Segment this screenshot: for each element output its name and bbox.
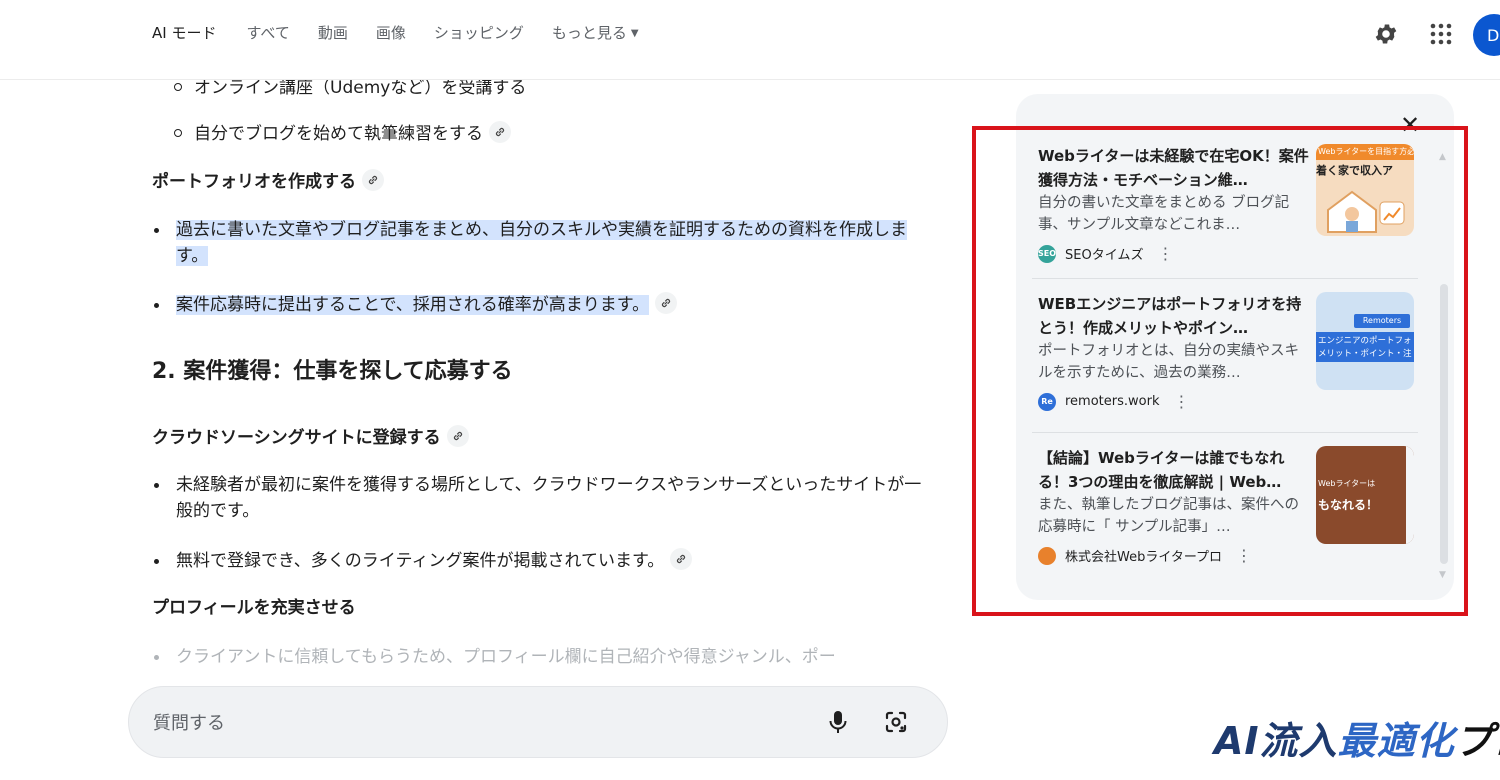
sub-list-item: 自分でブログを始めて執筆練習をする xyxy=(174,121,511,146)
settings-gear-icon[interactable] xyxy=(1372,20,1400,48)
logo-part-1: AI流入 xyxy=(1214,719,1338,763)
source-link-icon[interactable] xyxy=(489,121,511,143)
ai-answer: オンライン講座（Udemyなど）を受講する 自分でブログを始めて執筆練習をする … xyxy=(152,80,942,680)
list-item-text: 無料で登録でき、多くのライティング案件が掲載されています。 xyxy=(176,551,665,571)
logo-part-2: 最適化 xyxy=(1337,719,1455,763)
tab-all[interactable]: すべて xyxy=(246,22,289,47)
bullet-dot xyxy=(154,483,159,488)
sub-list-item: オンライン講座（Udemyなど）を受講する xyxy=(174,80,526,100)
source-link-icon[interactable] xyxy=(670,548,693,570)
tab-ai-mode[interactable]: AI モード xyxy=(152,22,216,47)
google-apps-icon[interactable] xyxy=(1427,20,1455,48)
ask-input-bar[interactable]: 質問する xyxy=(128,686,948,758)
tab-more-label: もっと見る xyxy=(551,24,627,42)
sub-item-text: オンライン講座（Udemyなど）を受講する xyxy=(194,80,527,98)
circle-bullet-icon xyxy=(174,83,182,91)
tab-images[interactable]: 画像 xyxy=(376,22,406,47)
highlight-frame xyxy=(972,126,1468,616)
list-item: 案件応募時に提出することで、採用される確率が高まります。 xyxy=(152,292,932,318)
ai-optimization-pro-logo: AI流入最適化プロ xyxy=(1214,716,1500,766)
bullet-dot xyxy=(154,655,159,660)
tab-shopping[interactable]: ショッピング xyxy=(434,22,524,47)
crowdsourcing-heading-text: クラウドソーシングサイトに登録する xyxy=(152,428,441,448)
tab-videos[interactable]: 動画 xyxy=(318,22,348,47)
bullet-dot xyxy=(154,228,159,233)
ask-input-placeholder[interactable]: 質問する xyxy=(153,709,225,735)
source-link-icon[interactable] xyxy=(446,425,469,447)
highlighted-text: 過去に書いた文章やブログ記事をまとめ、自分のスキルや実績を証明するための資料を作… xyxy=(176,220,907,266)
source-link-icon[interactable] xyxy=(655,292,678,314)
list-item-text: クライアントに信頼してもらうため、プロフィール欄に自己紹介や得意ジャンル、ポー xyxy=(176,647,836,667)
list-item: クライアントに信頼してもらうため、プロフィール欄に自己紹介や得意ジャンル、ポー xyxy=(152,644,932,670)
list-item: 無料で登録でき、多くのライティング案件が掲載されています。 xyxy=(152,548,932,574)
microphone-icon[interactable] xyxy=(827,709,849,739)
account-avatar[interactable]: D xyxy=(1473,14,1500,56)
portfolio-heading: ポートフォリオを作成する xyxy=(152,169,384,194)
top-bar: AI モード すべて 動画 画像 ショッピング もっと見る ▼ D xyxy=(0,0,1500,80)
list-item: 過去に書いた文章やブログ記事をまとめ、自分のスキルや実績を証明するための資料を作… xyxy=(152,217,932,269)
sub-item-text: 自分でブログを始めて執筆練習をする xyxy=(194,124,483,144)
source-link-icon[interactable] xyxy=(362,169,384,191)
highlighted-text: 案件応募時に提出することで、採用される確率が高まります。 xyxy=(176,295,650,315)
search-tabs: AI モード すべて 動画 画像 ショッピング もっと見る ▼ xyxy=(152,22,667,47)
bullet-dot xyxy=(154,559,159,564)
tab-more[interactable]: もっと見る ▼ xyxy=(552,22,639,47)
circle-bullet-icon xyxy=(174,129,182,137)
profile-heading: プロフィールを充実させる xyxy=(152,598,356,618)
google-lens-icon[interactable] xyxy=(883,709,909,739)
logo-part-3: プロ xyxy=(1454,719,1500,763)
list-item: 未経験者が最初に案件を獲得する場所として、クラウドワークスやランサーズといったサ… xyxy=(152,472,932,524)
portfolio-heading-text: ポートフォリオを作成する xyxy=(152,172,356,192)
list-item-text: 未経験者が最初に案件を獲得する場所として、クラウドワークスやランサーズといったサ… xyxy=(176,475,922,521)
crowdsourcing-heading: クラウドソーシングサイトに登録する xyxy=(152,425,469,450)
section-2-title: 2. 案件獲得：仕事を探して応募する xyxy=(152,359,513,384)
caret-down-icon: ▼ xyxy=(630,28,639,39)
bullet-dot xyxy=(154,303,159,308)
